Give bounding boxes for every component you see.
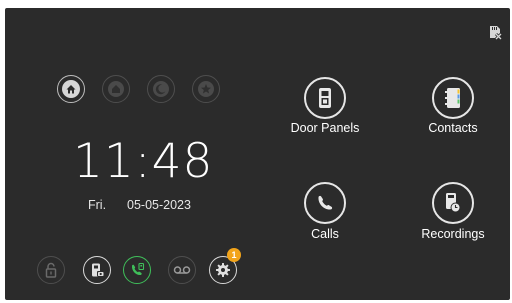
- door-panels-button[interactable]: [304, 77, 346, 119]
- recordings-button[interactable]: [432, 182, 474, 224]
- recordings-label: Recordings: [421, 227, 485, 241]
- calls-button[interactable]: [304, 182, 346, 224]
- clock-day: Fri.: [88, 198, 107, 212]
- home-icon: [62, 80, 80, 98]
- moon-icon: [153, 81, 169, 97]
- gear-icon: [216, 263, 230, 277]
- snapshot-button[interactable]: [83, 256, 111, 284]
- intercom-call-button[interactable]: [123, 256, 151, 284]
- mode-custom-button[interactable]: [192, 75, 220, 103]
- door-panel-icon: [319, 88, 331, 108]
- recording-clock-icon: [446, 193, 461, 213]
- voicemail-button[interactable]: [168, 256, 196, 284]
- mode-away-button[interactable]: [102, 75, 130, 103]
- sd-card-removed-icon: [488, 25, 503, 41]
- voicemail-icon: [173, 266, 191, 274]
- star-icon: [198, 81, 214, 97]
- clock-time: 11:48: [73, 134, 214, 189]
- intercom-home-screen: 11:48 Fri. 05-05-2023 1 Door Panels Cont…: [5, 8, 510, 300]
- away-icon: [108, 81, 124, 97]
- settings-notification-badge: 1: [227, 248, 241, 262]
- door-camera-icon: [92, 263, 104, 277]
- contacts-button[interactable]: [432, 77, 474, 119]
- clock-date: 05-05-2023: [127, 198, 191, 212]
- phone-intercom-icon: [131, 262, 145, 276]
- contacts-label: Contacts: [428, 121, 478, 135]
- door-panels-label: Door Panels: [290, 121, 360, 135]
- unlock-button[interactable]: [37, 256, 65, 284]
- phone-handset-icon: [318, 195, 333, 210]
- contacts-book-icon: [445, 88, 460, 108]
- mode-night-button[interactable]: [147, 75, 175, 103]
- lock-icon: [45, 262, 57, 278]
- calls-label: Calls: [311, 227, 339, 241]
- mode-home-button[interactable]: [57, 75, 85, 103]
